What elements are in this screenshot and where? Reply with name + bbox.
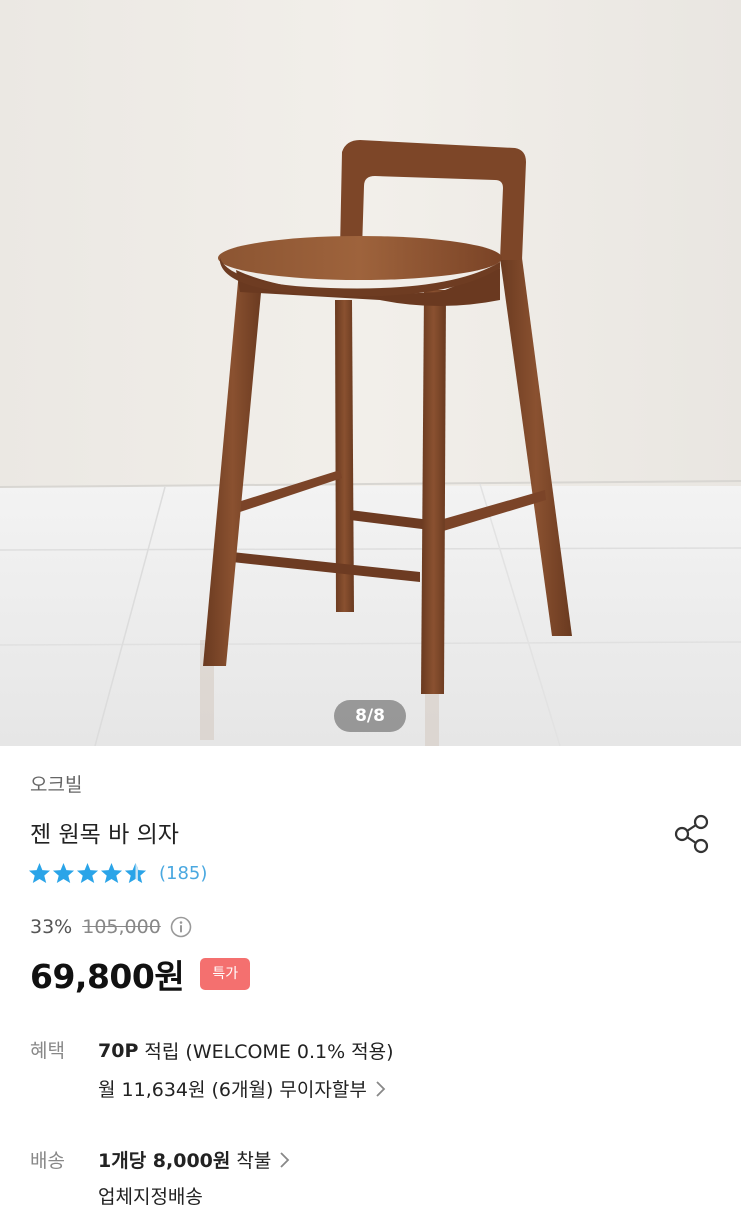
shipping-fee-link[interactable]: 1개당 8,000원 착불 (98, 1146, 291, 1173)
special-deal-badge: 특가 (200, 958, 251, 990)
shipping-type: 업체지정배송 (98, 1182, 203, 1209)
star-rating (28, 862, 147, 884)
product-image[interactable]: 8/8 (0, 0, 741, 746)
star-icon (28, 862, 51, 884)
chevron-right-icon (375, 1079, 387, 1099)
review-count[interactable]: (185) (159, 863, 207, 884)
info-icon (170, 916, 192, 938)
benefit-label: 혜택 (30, 1040, 65, 1062)
points-info: 70P 적립 (WELCOME 0.1% 적용) (98, 1037, 394, 1064)
share-icon (674, 814, 709, 854)
points-amount: 70P (98, 1039, 139, 1062)
shipping-type-text: 업체지정배송 (98, 1186, 203, 1208)
chevron-right-icon (279, 1150, 291, 1170)
half-star-icon (124, 862, 147, 884)
shipping-method: 착불 (230, 1150, 272, 1172)
star-icon (76, 862, 99, 884)
sale-price: 69,800원 (30, 957, 185, 996)
star-icon (52, 862, 75, 884)
shipping-label: 배송 (30, 1150, 65, 1172)
rating-row[interactable]: (185) (28, 860, 207, 886)
star-icon (100, 862, 123, 884)
shipping-fee: 1개당 8,000원 (98, 1150, 231, 1172)
discount-row: 33% 105,000 (30, 916, 192, 938)
info-button[interactable] (170, 916, 192, 938)
image-counter: 8/8 (334, 700, 406, 732)
brand-name[interactable]: 오크빌 (30, 770, 82, 797)
installment-link[interactable]: 월 11,634원 (6개월) 무이자할부 (98, 1075, 387, 1102)
original-price: 105,000 (82, 916, 161, 938)
installment-text: 월 11,634원 (6개월) 무이자할부 (98, 1079, 367, 1101)
share-button[interactable] (670, 812, 714, 856)
discount-rate: 33% (30, 916, 73, 938)
price-row: 69,800원 특가 (30, 950, 251, 998)
points-text: 적립 (WELCOME 0.1% 적용) (138, 1041, 394, 1063)
product-title: 젠 원목 바 의자 (30, 822, 179, 848)
bar-stool-photo (0, 0, 741, 746)
